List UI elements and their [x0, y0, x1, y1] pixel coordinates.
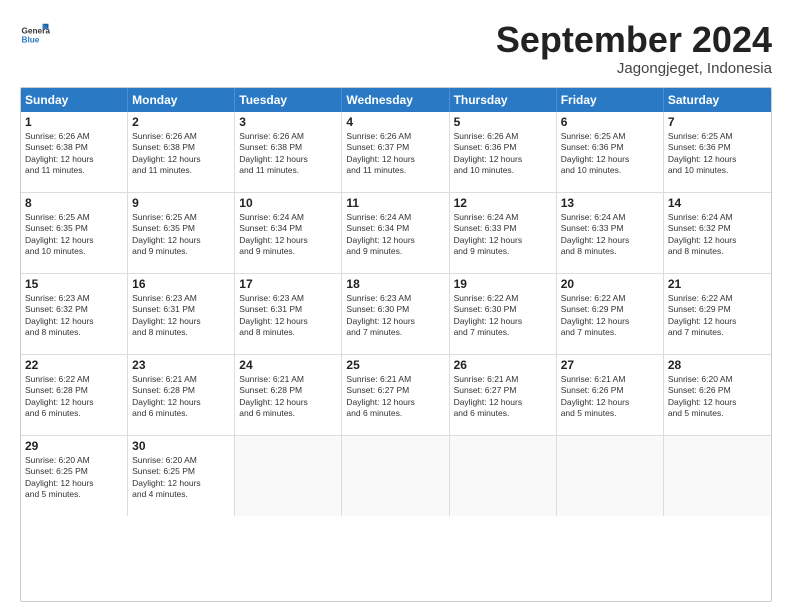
day-16: 16 Sunrise: 6:23 AMSunset: 6:31 PMDaylig…: [128, 274, 235, 354]
day-8: 8 Sunrise: 6:25 AMSunset: 6:35 PMDayligh…: [21, 193, 128, 273]
day-22: 22 Sunrise: 6:22 AMSunset: 6:28 PMDaylig…: [21, 355, 128, 435]
day-3: 3 Sunrise: 6:26 AMSunset: 6:38 PMDayligh…: [235, 112, 342, 192]
day-21: 21 Sunrise: 6:22 AMSunset: 6:29 PMDaylig…: [664, 274, 771, 354]
day-9: 9 Sunrise: 6:25 AMSunset: 6:35 PMDayligh…: [128, 193, 235, 273]
day-19: 19 Sunrise: 6:22 AMSunset: 6:30 PMDaylig…: [450, 274, 557, 354]
location: Jagongjeget, Indonesia: [496, 60, 772, 77]
page-header: General Blue General Blue September 2024…: [20, 20, 772, 77]
day-27: 27 Sunrise: 6:21 AMSunset: 6:26 PMDaylig…: [557, 355, 664, 435]
title-block: September 2024 Jagongjeget, Indonesia: [496, 20, 772, 77]
day-1: 1 Sunrise: 6:26 AMSunset: 6:38 PMDayligh…: [21, 112, 128, 192]
day-6: 6 Sunrise: 6:25 AMSunset: 6:36 PMDayligh…: [557, 112, 664, 192]
empty-cell-5: [664, 436, 771, 516]
day-17: 17 Sunrise: 6:23 AMSunset: 6:31 PMDaylig…: [235, 274, 342, 354]
empty-cell-2: [342, 436, 449, 516]
col-friday: Friday: [557, 88, 664, 112]
day-26: 26 Sunrise: 6:21 AMSunset: 6:27 PMDaylig…: [450, 355, 557, 435]
col-saturday: Saturday: [664, 88, 771, 112]
day-14: 14 Sunrise: 6:24 AMSunset: 6:32 PMDaylig…: [664, 193, 771, 273]
day-28: 28 Sunrise: 6:20 AMSunset: 6:26 PMDaylig…: [664, 355, 771, 435]
calendar-page: General Blue General Blue September 2024…: [0, 0, 792, 612]
week-row-1: 1 Sunrise: 6:26 AMSunset: 6:38 PMDayligh…: [21, 112, 771, 193]
week-row-2: 8 Sunrise: 6:25 AMSunset: 6:35 PMDayligh…: [21, 193, 771, 274]
empty-cell-3: [450, 436, 557, 516]
empty-cell-1: [235, 436, 342, 516]
day-10: 10 Sunrise: 6:24 AMSunset: 6:34 PMDaylig…: [235, 193, 342, 273]
day-24: 24 Sunrise: 6:21 AMSunset: 6:28 PMDaylig…: [235, 355, 342, 435]
calendar-body: 1 Sunrise: 6:26 AMSunset: 6:38 PMDayligh…: [21, 112, 771, 516]
empty-cell-4: [557, 436, 664, 516]
day-25: 25 Sunrise: 6:21 AMSunset: 6:27 PMDaylig…: [342, 355, 449, 435]
logo-icon: General Blue: [20, 20, 50, 50]
col-tuesday: Tuesday: [235, 88, 342, 112]
week-row-4: 22 Sunrise: 6:22 AMSunset: 6:28 PMDaylig…: [21, 355, 771, 436]
col-wednesday: Wednesday: [342, 88, 449, 112]
day-30: 30 Sunrise: 6:20 AMSunset: 6:25 PMDaylig…: [128, 436, 235, 516]
calendar: Sunday Monday Tuesday Wednesday Thursday…: [20, 87, 772, 602]
day-5: 5 Sunrise: 6:26 AMSunset: 6:36 PMDayligh…: [450, 112, 557, 192]
day-13: 13 Sunrise: 6:24 AMSunset: 6:33 PMDaylig…: [557, 193, 664, 273]
day-7: 7 Sunrise: 6:25 AMSunset: 6:36 PMDayligh…: [664, 112, 771, 192]
day-2: 2 Sunrise: 6:26 AMSunset: 6:38 PMDayligh…: [128, 112, 235, 192]
day-15: 15 Sunrise: 6:23 AMSunset: 6:32 PMDaylig…: [21, 274, 128, 354]
calendar-header: Sunday Monday Tuesday Wednesday Thursday…: [21, 88, 771, 112]
day-18: 18 Sunrise: 6:23 AMSunset: 6:30 PMDaylig…: [342, 274, 449, 354]
col-thursday: Thursday: [450, 88, 557, 112]
col-sunday: Sunday: [21, 88, 128, 112]
week-row-5: 29 Sunrise: 6:20 AMSunset: 6:25 PMDaylig…: [21, 436, 771, 516]
week-row-3: 15 Sunrise: 6:23 AMSunset: 6:32 PMDaylig…: [21, 274, 771, 355]
day-11: 11 Sunrise: 6:24 AMSunset: 6:34 PMDaylig…: [342, 193, 449, 273]
day-20: 20 Sunrise: 6:22 AMSunset: 6:29 PMDaylig…: [557, 274, 664, 354]
day-4: 4 Sunrise: 6:26 AMSunset: 6:37 PMDayligh…: [342, 112, 449, 192]
logo: General Blue General Blue: [20, 20, 50, 50]
day-12: 12 Sunrise: 6:24 AMSunset: 6:33 PMDaylig…: [450, 193, 557, 273]
svg-text:Blue: Blue: [22, 36, 40, 45]
col-monday: Monday: [128, 88, 235, 112]
day-23: 23 Sunrise: 6:21 AMSunset: 6:28 PMDaylig…: [128, 355, 235, 435]
month-title: September 2024: [496, 20, 772, 60]
day-29: 29 Sunrise: 6:20 AMSunset: 6:25 PMDaylig…: [21, 436, 128, 516]
